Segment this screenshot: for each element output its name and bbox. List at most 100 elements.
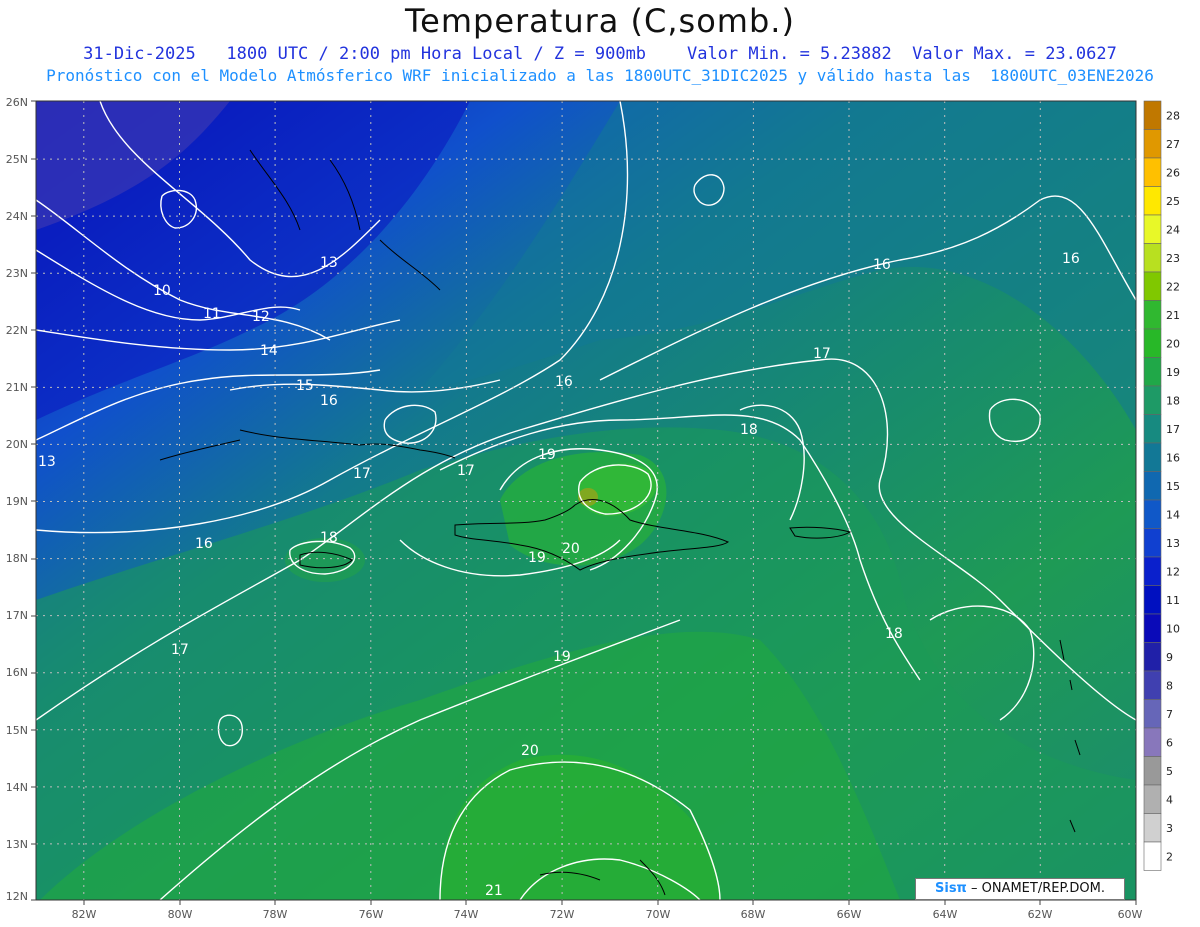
colorbar-label: 23: [1166, 252, 1180, 265]
lon-tick-label: 82W: [72, 908, 97, 921]
contour-label: 18: [740, 422, 758, 438]
colorbar-label: 28: [1166, 109, 1180, 122]
lon-tick-label: 62W: [1028, 908, 1053, 921]
colorbar-swatch: [1143, 556, 1162, 586]
colorbar-swatch: [1143, 813, 1162, 843]
colorbar-label: 12: [1166, 565, 1180, 578]
contour-label: 11: [203, 306, 221, 322]
lat-tick-label: 15N: [6, 724, 28, 737]
contour-label: 17: [457, 463, 475, 479]
contour-label: 13: [38, 454, 56, 470]
colorbar-label: 5: [1166, 765, 1173, 778]
colorbar-label: 8: [1166, 679, 1173, 692]
contour-label: 20: [521, 743, 539, 759]
colorbar-label: 17: [1166, 423, 1180, 436]
temperature-map: 10 11 12 13 13 14 15 16 16 16 16 16 17 1…: [6, 96, 1180, 921]
colorbar-label: 14: [1166, 508, 1180, 521]
colorbar-swatch: [1143, 670, 1162, 700]
colorbar-label: 20: [1166, 337, 1180, 350]
contour-label: 16: [320, 393, 338, 409]
colorbar-swatch: [1143, 471, 1162, 501]
colorbar-label: 9: [1166, 651, 1173, 664]
longitude-axis: 82W 80W 78W 76W 74W 72W 70W 68W 66W 64W …: [72, 908, 1143, 921]
colorbar-label: 18: [1166, 394, 1180, 407]
latitude-axis: 26N 25N 24N 23N 22N 21N 20N 19N 18N 17N …: [6, 96, 28, 903]
colorbar-label: 15: [1166, 480, 1180, 493]
colorbar-label: 27: [1166, 138, 1180, 151]
colorbar-swatch: [1143, 727, 1162, 757]
colorbar-swatch: [1143, 214, 1162, 244]
lon-tick-label: 74W: [454, 908, 479, 921]
colorbar-swatch: [1143, 784, 1162, 814]
credit-box: Sisπ – ONAMET/REP.DOM.: [915, 878, 1125, 900]
colorbar-swatch: [1143, 271, 1162, 301]
lat-tick-label: 14N: [6, 781, 28, 794]
lon-tick-label: 68W: [741, 908, 766, 921]
colorbar-swatch: [1143, 613, 1162, 643]
lon-tick-label: 80W: [168, 908, 193, 921]
contour-label: 16: [195, 536, 213, 552]
lon-tick-label: 60W: [1118, 908, 1143, 921]
contour-label: 17: [353, 466, 371, 482]
colorbar-swatch: [1143, 642, 1162, 672]
colorbar-swatch: [1143, 585, 1162, 615]
colorbar-swatch: [1143, 300, 1162, 330]
contour-label: 19: [538, 447, 556, 463]
contour-label: 12: [252, 309, 270, 325]
colorbar-swatch: [1143, 414, 1162, 444]
colorbar-label: 10: [1166, 622, 1180, 635]
colorbar: 2827262524232221201918171615141312111098…: [1143, 100, 1180, 871]
lat-tick-label: 13N: [6, 838, 28, 851]
colorbar-label: 3: [1166, 822, 1173, 835]
colorbar-swatch: [1143, 756, 1162, 786]
colorbar-swatch: [1143, 442, 1162, 472]
contour-label: 17: [171, 642, 189, 658]
colorbar-swatch: [1143, 699, 1162, 729]
colorbar-swatch: [1143, 528, 1162, 558]
lat-tick-label: 26N: [6, 96, 28, 109]
contour-label: 16: [1062, 251, 1080, 267]
lat-tick-label: 24N: [6, 210, 28, 223]
contour-label: 18: [885, 626, 903, 642]
lat-tick-label: 18N: [6, 552, 28, 565]
contour-label: 21: [485, 883, 503, 899]
colorbar-label: 16: [1166, 451, 1180, 464]
contour-label: 13: [320, 255, 338, 271]
contour-label: 16: [555, 374, 573, 390]
colorbar-label: 11: [1166, 594, 1180, 607]
colorbar-label: 26: [1166, 166, 1180, 179]
sispi-logo: Sisπ: [935, 881, 967, 896]
lon-tick-label: 78W: [263, 908, 288, 921]
contour-label: 14: [260, 343, 278, 359]
contour-label: 18: [320, 530, 338, 546]
lat-tick-label: 21N: [6, 381, 28, 394]
contour-label: 17: [813, 346, 831, 362]
colorbar-label: 13: [1166, 537, 1180, 550]
colorbar-label: 24: [1166, 223, 1180, 236]
colorbar-swatch: [1143, 157, 1162, 187]
contour-label: 10: [153, 283, 171, 299]
colorbar-swatch: [1143, 357, 1162, 387]
colorbar-label: 7: [1166, 708, 1173, 721]
colorbar-label: 2: [1166, 850, 1173, 863]
colorbar-swatch: [1143, 385, 1162, 415]
colorbar-swatch: [1143, 129, 1162, 159]
colorbar-swatch: [1143, 328, 1162, 358]
lat-tick-label: 17N: [6, 609, 28, 622]
contour-label: 19: [528, 550, 546, 566]
hispaniola-peak-region: [578, 488, 598, 506]
colorbar-swatch: [1143, 841, 1162, 871]
lat-tick-label: 22N: [6, 324, 28, 337]
lon-tick-label: 64W: [933, 908, 958, 921]
lat-tick-label: 16N: [6, 666, 28, 679]
lat-tick-label: 25N: [6, 153, 28, 166]
credit-text: – ONAMET/REP.DOM.: [966, 881, 1105, 896]
lon-tick-label: 76W: [359, 908, 384, 921]
colorbar-label: 4: [1166, 793, 1173, 806]
lat-tick-label: 12N: [6, 890, 28, 903]
contour-label: 16: [873, 257, 891, 273]
lat-tick-label: 23N: [6, 267, 28, 280]
colorbar-label: 19: [1166, 366, 1180, 379]
colorbar-label: 25: [1166, 195, 1180, 208]
colorbar-swatch: [1143, 499, 1162, 529]
